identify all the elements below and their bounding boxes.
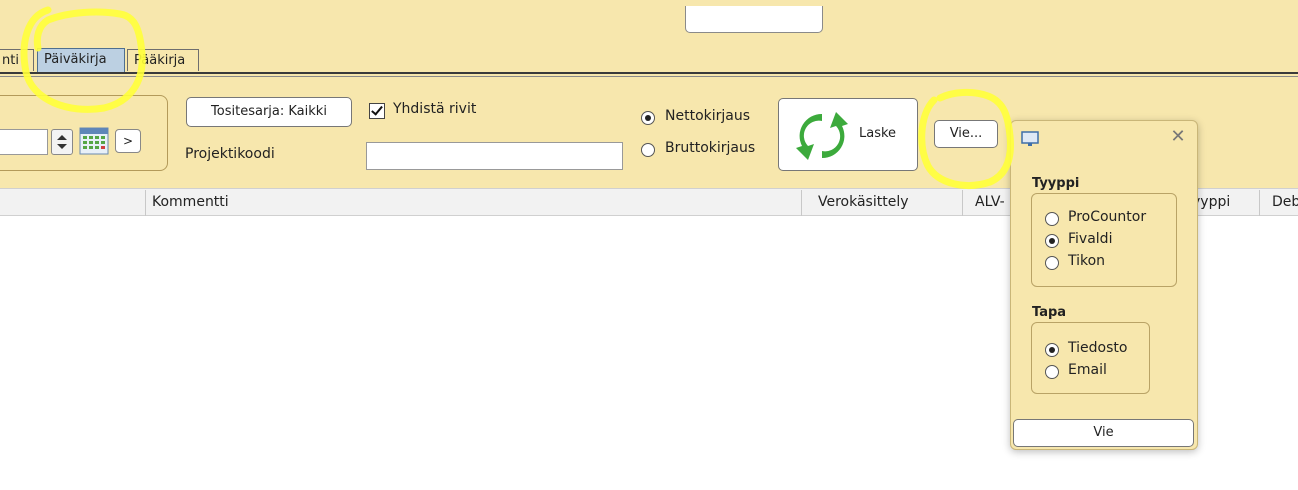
bruttokirjaus-radio[interactable] <box>641 143 655 157</box>
nettokirjaus-radio[interactable] <box>641 111 655 125</box>
column-separator[interactable] <box>1259 190 1260 216</box>
procountor-label: ProCountor <box>1068 209 1147 225</box>
highlight-circle-tab <box>20 6 146 113</box>
clipped-top-button[interactable] <box>685 6 823 33</box>
close-icon[interactable]: ✕ <box>1168 126 1188 148</box>
monitor-icon <box>1021 131 1039 146</box>
nettokirjaus-label: Nettokirjaus <box>665 108 751 124</box>
date-spinner[interactable] <box>51 129 73 155</box>
tapa-title: Tapa <box>1032 305 1067 320</box>
email-radio[interactable] <box>1045 365 1059 379</box>
column-separator[interactable] <box>801 190 802 216</box>
email-label: Email <box>1068 362 1107 378</box>
tab-divider <box>0 72 1298 74</box>
tapa-group <box>1031 322 1150 394</box>
yhdista-checkbox[interactable] <box>369 103 385 119</box>
tyyppi-title: Tyyppi <box>1032 176 1080 191</box>
procountor-radio[interactable] <box>1045 212 1059 226</box>
next-date-button[interactable]: > <box>115 129 141 153</box>
fivaldi-label: Fivaldi <box>1068 231 1113 247</box>
spinner-down-icon[interactable] <box>57 144 67 149</box>
projektikoodi-input[interactable] <box>366 142 623 170</box>
projektikoodi-label: Projektikoodi <box>185 146 275 162</box>
refresh-icon <box>796 112 848 160</box>
bruttokirjaus-label: Bruttokirjaus <box>665 140 756 156</box>
tikon-radio[interactable] <box>1045 256 1059 270</box>
tiedosto-label: Tiedosto <box>1068 340 1128 356</box>
tikon-label: Tikon <box>1068 253 1106 269</box>
yhdista-label: Yhdistä rivit <box>393 101 477 117</box>
column-header-tyyppi[interactable]: yyppi <box>1192 188 1262 216</box>
highlight-circle-vie <box>918 88 1014 189</box>
tositesarja-button[interactable]: Tositesarja: Kaikki <box>186 97 352 127</box>
date-input[interactable] <box>0 129 48 155</box>
spinner-up-icon[interactable] <box>57 135 67 140</box>
tiedosto-radio[interactable] <box>1045 343 1059 357</box>
tab-divider-secondary <box>0 76 1298 77</box>
column-header-debet[interactable]: Deb <box>1266 188 1298 216</box>
column-header-kommentti[interactable]: Kommentti <box>146 188 801 216</box>
calendar-icon[interactable] <box>79 127 109 155</box>
fivaldi-radio[interactable] <box>1045 234 1059 248</box>
column-header-first[interactable] <box>0 188 145 216</box>
laske-label: Laske <box>859 126 897 141</box>
dialog-vie-button[interactable]: Vie <box>1013 419 1194 447</box>
